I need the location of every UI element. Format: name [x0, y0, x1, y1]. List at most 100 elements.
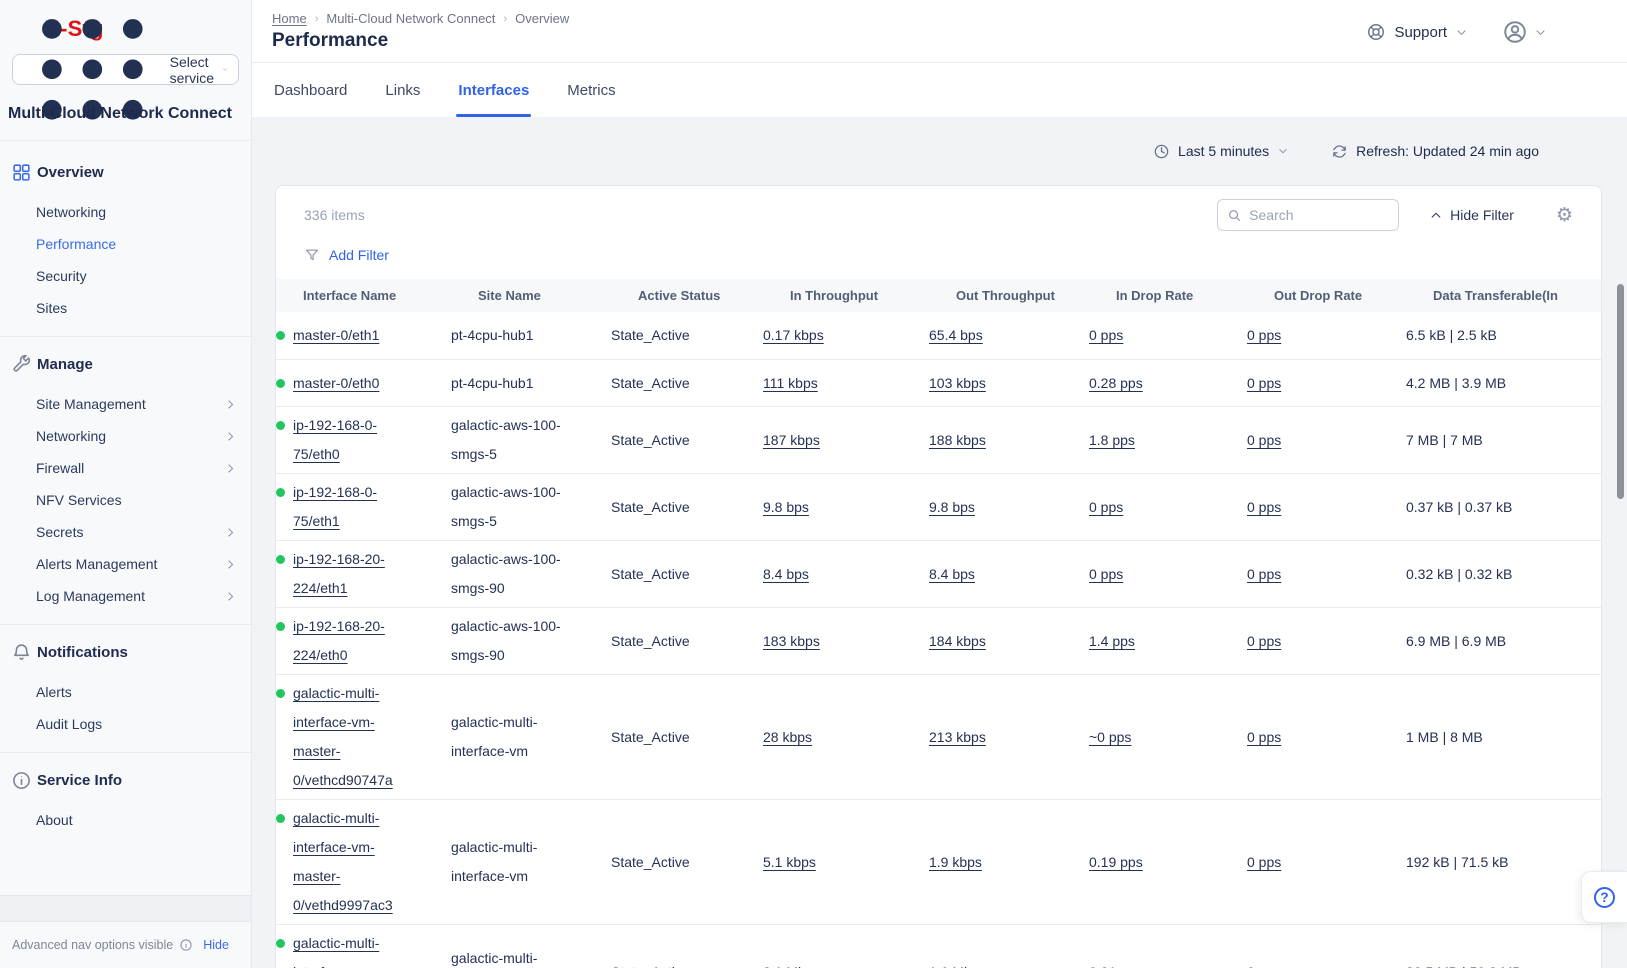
- in-throughput-link[interactable]: 2.1 Mbps: [763, 964, 821, 968]
- service-selector[interactable]: Select service: [12, 54, 239, 85]
- main-area: Home›Multi-Cloud Network Connect›Overvie…: [252, 0, 1627, 968]
- in-throughput-link[interactable]: 0.17 kbps: [763, 327, 824, 343]
- hide-advanced-nav-link[interactable]: Hide: [203, 938, 229, 952]
- in-drop-rate-link[interactable]: 0.01 pps: [1089, 964, 1143, 968]
- sidebar-item-audit-logs[interactable]: Audit Logs: [0, 708, 251, 740]
- out-throughput-link[interactable]: 9.8 bps: [929, 499, 975, 515]
- table-row: ip-192-168-20-224/eth0galactic-aws-100-s…: [276, 607, 1601, 674]
- interface-name-link[interactable]: ip-192-168-20-224/eth0: [293, 612, 415, 670]
- in-throughput-link[interactable]: 9.8 bps: [763, 499, 809, 515]
- in-throughput-link[interactable]: 187 kbps: [763, 432, 820, 448]
- chevron-right-icon: [224, 430, 237, 443]
- sidebar-item-log-management[interactable]: Log Management: [0, 580, 251, 612]
- out-throughput-link[interactable]: 213 kbps: [929, 729, 986, 745]
- out-throughput-link[interactable]: 1.6 Mbps: [929, 964, 987, 968]
- interface-name-link[interactable]: ip-192-168-20-224/eth1: [293, 545, 415, 603]
- tab-interfaces[interactable]: Interfaces: [456, 63, 531, 117]
- table-row: galactic-multi-interface-vm-master-0/vet…: [276, 674, 1601, 799]
- in-throughput-link[interactable]: 5.1 kbps: [763, 854, 816, 870]
- breadcrumb-item[interactable]: Home: [272, 11, 307, 26]
- sidebar-item-networking[interactable]: Networking: [0, 420, 251, 452]
- sidebar-item-nfv-services[interactable]: NFV Services: [0, 484, 251, 516]
- interface-name-link[interactable]: galactic-multi-interface-vm-master-0/eth…: [293, 929, 415, 968]
- sidebar-item-firewall[interactable]: Firewall: [0, 452, 251, 484]
- help-button[interactable]: ?: [1581, 871, 1627, 923]
- out-throughput-cell: 103 kbps: [929, 369, 1089, 398]
- sidebar-item-label: Secrets: [36, 522, 224, 542]
- sidebar-item-secrets[interactable]: Secrets: [0, 516, 251, 548]
- in-throughput-link[interactable]: 8.4 bps: [763, 566, 809, 582]
- add-filter-button[interactable]: Add Filter: [329, 247, 389, 263]
- in-drop-rate-link[interactable]: 0 pps: [1089, 327, 1123, 343]
- support-menu[interactable]: Support: [1366, 22, 1468, 42]
- interface-name-link[interactable]: ip-192-168-0-75/eth0: [293, 411, 415, 469]
- tab-links[interactable]: Links: [383, 63, 422, 117]
- sidebar-nav: OverviewNetworkingPerformanceSecuritySit…: [0, 141, 251, 895]
- in-throughput-cell: 0.17 kbps: [763, 321, 929, 350]
- out-drop-rate-link[interactable]: 0 pps: [1247, 375, 1281, 391]
- sidebar-item-about[interactable]: About: [0, 804, 251, 836]
- gear-icon[interactable]: ⚙: [1556, 206, 1573, 225]
- sidebar-item-site-management[interactable]: Site Management: [0, 388, 251, 420]
- sidebar-item-networking[interactable]: Networking: [0, 196, 251, 228]
- content-area: Last 5 minutes Refresh: Updated 24 min a…: [252, 117, 1627, 968]
- sidebar-section-service-info[interactable]: Service Info: [0, 753, 251, 804]
- in-drop-rate-link[interactable]: 1.4 pps: [1089, 633, 1135, 649]
- sidebar-item-alerts-management[interactable]: Alerts Management: [0, 548, 251, 580]
- out-throughput-link[interactable]: 103 kbps: [929, 375, 986, 391]
- account-menu[interactable]: [1502, 19, 1547, 45]
- out-drop-rate-link[interactable]: 0 pps: [1247, 566, 1281, 582]
- out-throughput-link[interactable]: 65.4 bps: [929, 327, 983, 343]
- interface-name-link[interactable]: galactic-multi-interface-vm-master-0/vet…: [293, 679, 415, 795]
- sidebar-section-overview[interactable]: Overview: [0, 145, 251, 196]
- out-drop-rate-link[interactable]: 0 pps: [1247, 633, 1281, 649]
- out-drop-rate-link[interactable]: 0 pps: [1247, 327, 1281, 343]
- out-drop-rate-link[interactable]: 0 pps: [1247, 854, 1281, 870]
- time-range-select[interactable]: Last 5 minutes: [1153, 143, 1289, 160]
- in-throughput-link[interactable]: 183 kbps: [763, 633, 820, 649]
- interface-name-link[interactable]: ip-192-168-0-75/eth1: [293, 478, 415, 536]
- in-drop-rate-link[interactable]: 0.28 pps: [1089, 375, 1143, 391]
- breadcrumb-item[interactable]: Multi-Cloud Network Connect: [326, 11, 495, 26]
- tab-metrics[interactable]: Metrics: [565, 63, 617, 117]
- in-drop-rate-link[interactable]: 1.8 pps: [1089, 432, 1135, 448]
- in-throughput-cell: 187 kbps: [763, 426, 929, 455]
- interface-name-link[interactable]: galactic-multi-interface-vm-master-0/vet…: [293, 804, 415, 920]
- data-transferable-cell: 6.9 MB | 6.9 MB: [1406, 627, 1601, 656]
- in-drop-rate-link[interactable]: ~0 pps: [1089, 729, 1131, 745]
- out-drop-rate-link[interactable]: 0 pps: [1247, 432, 1281, 448]
- out-drop-rate-link[interactable]: 0 pps: [1247, 499, 1281, 515]
- out-throughput-link[interactable]: 188 kbps: [929, 432, 986, 448]
- out-throughput-link[interactable]: 1.9 kbps: [929, 854, 982, 870]
- sidebar-item-alerts[interactable]: Alerts: [0, 676, 251, 708]
- breadcrumb-item[interactable]: Overview: [515, 11, 569, 26]
- header-left: Home›Multi-Cloud Network Connect›Overvie…: [272, 11, 569, 52]
- in-throughput-link[interactable]: 111 kbps: [763, 375, 818, 391]
- interface-name-link[interactable]: master-0/eth0: [293, 369, 379, 398]
- refresh-button[interactable]: Refresh: Updated 24 min ago: [1331, 143, 1539, 160]
- sidebar-item-security[interactable]: Security: [0, 260, 251, 292]
- site-name: galactic-aws-100-smgs-5: [451, 484, 561, 529]
- sidebar-section-manage[interactable]: Manage: [0, 337, 251, 388]
- product-title: Multi-Cloud Network Connect: [8, 102, 239, 125]
- sidebar-section-notifications[interactable]: Notifications: [0, 625, 251, 676]
- in-throughput-cell: 5.1 kbps: [763, 848, 929, 877]
- out-throughput-link[interactable]: 8.4 bps: [929, 566, 975, 582]
- out-throughput-cell: 213 kbps: [929, 723, 1089, 752]
- in-drop-rate-link[interactable]: 0.19 pps: [1089, 854, 1143, 870]
- in-throughput-link[interactable]: 28 kbps: [763, 729, 812, 745]
- out-drop-rate-link[interactable]: 0 pps: [1247, 729, 1281, 745]
- hide-filter-button[interactable]: Hide Filter: [1429, 207, 1514, 223]
- in-drop-rate-link[interactable]: 0 pps: [1089, 499, 1123, 515]
- page-scrollbar-thumb[interactable]: [1617, 284, 1624, 499]
- sidebar-item-sites[interactable]: Sites: [0, 292, 251, 324]
- out-drop-rate-link[interactable]: 0 pps: [1247, 964, 1281, 968]
- search-input[interactable]: [1249, 207, 1390, 223]
- status-dot-icon: [276, 488, 285, 497]
- sidebar-item-performance[interactable]: Performance: [0, 228, 251, 260]
- interface-name-link[interactable]: master-0/eth1: [293, 321, 379, 350]
- tab-dashboard[interactable]: Dashboard: [272, 63, 349, 117]
- toolbar-right: Hide Filter ⚙: [1217, 199, 1573, 231]
- in-drop-rate-link[interactable]: 0 pps: [1089, 566, 1123, 582]
- out-throughput-link[interactable]: 184 kbps: [929, 633, 986, 649]
